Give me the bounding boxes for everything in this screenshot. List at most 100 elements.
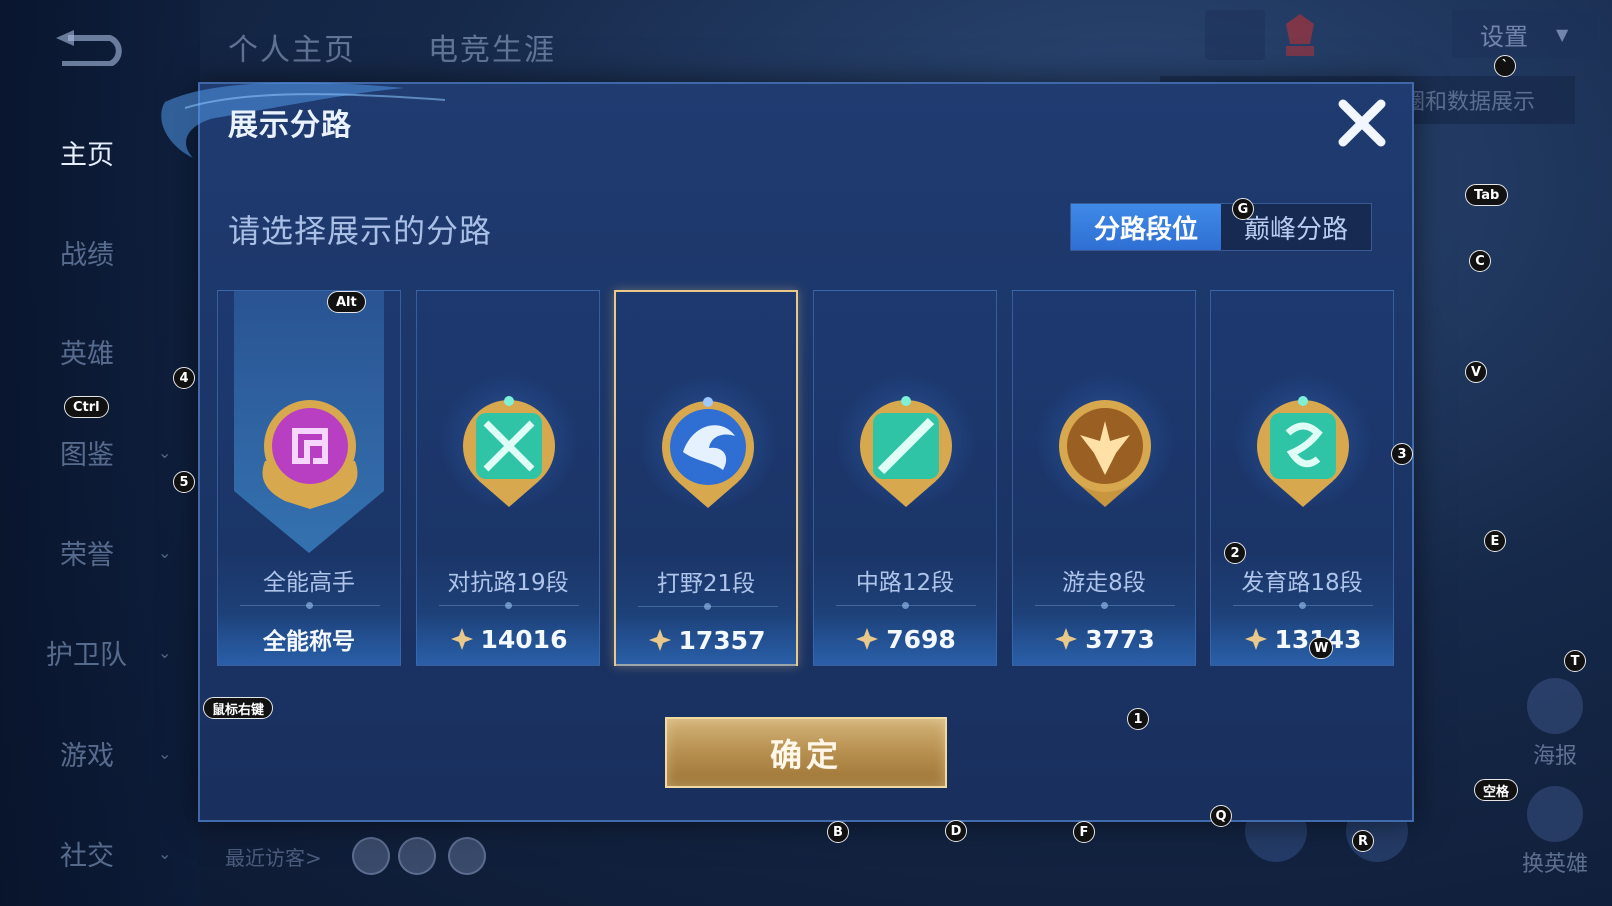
lane-score: 3773	[1085, 624, 1155, 654]
switch-hero-icon	[1527, 786, 1583, 842]
key-hint-c: C	[1469, 250, 1491, 272]
lane-bottom-label: 全能称号	[218, 613, 400, 665]
key-hint-space: 空格	[1474, 779, 1519, 801]
jungle-badge-icon	[662, 397, 754, 508]
switch-hero-button[interactable]: 换英雄	[1520, 786, 1590, 878]
tab-lane-rank[interactable]: 分路段位	[1071, 204, 1221, 250]
select-lane-prompt: 请选择展示的分路	[228, 212, 493, 250]
lane-score-row: 3773	[1013, 613, 1195, 665]
key-hint-f: F	[1073, 821, 1095, 843]
points-icon	[450, 628, 473, 650]
chevron-down-icon: ⌄	[158, 843, 172, 863]
lane-card-mid[interactable]: 中路12段 7698	[813, 290, 997, 666]
lane-score-row: 17357	[616, 614, 796, 666]
recent-visitors-link[interactable]: 最近访客>	[225, 842, 322, 871]
divider	[638, 603, 778, 610]
settings-label: 设置	[1480, 22, 1528, 51]
sidebar-item-honor[interactable]: 荣誉 ⌄	[40, 532, 180, 572]
sidebar-item-label: 护卫队	[46, 639, 127, 671]
sidebar-item-social[interactable]: 社交 ⌄	[40, 833, 180, 873]
key-hint-3: 3	[1391, 443, 1413, 465]
lane-score-row: 13143	[1211, 613, 1393, 665]
key-hint-q: Q	[1210, 805, 1232, 827]
poster-button[interactable]: 海报	[1520, 678, 1590, 770]
confirm-button[interactable]: 确定	[665, 717, 947, 788]
key-hint-right-click: 鼠标右键	[203, 697, 274, 719]
avatar[interactable]	[352, 837, 390, 875]
roam-badge-icon	[1059, 400, 1151, 507]
key-hint-1: 1	[1127, 708, 1149, 730]
clash-lane-badge-icon	[463, 396, 555, 507]
points-icon	[1244, 628, 1267, 650]
lane-score: 7698	[886, 624, 956, 654]
status-box	[1330, 10, 1440, 60]
close-icon[interactable]	[1335, 96, 1389, 150]
dialog-title: 展示分路	[228, 108, 352, 143]
tab-esports-career[interactable]: 电竞生涯	[428, 25, 556, 69]
points-icon	[856, 628, 879, 650]
key-hint-2: 2	[1224, 542, 1246, 564]
lane-mode-toggle: 分路段位 巅峰分路	[1070, 203, 1372, 251]
points-icon	[648, 629, 671, 651]
sidebar-item-heroes[interactable]: 英雄	[40, 331, 180, 371]
key-hint-ctrl: Ctrl	[64, 396, 109, 418]
sidebar-item-label: 游戏	[60, 740, 114, 772]
key-hint-w: W	[1309, 637, 1334, 659]
points-icon	[1055, 628, 1078, 650]
lane-card-farm[interactable]: 发育路18段 13143	[1210, 290, 1394, 666]
sidebar-item-label: 战绩	[60, 239, 114, 271]
switch-hero-label: 换英雄	[1521, 852, 1588, 877]
key-hint-b: B	[827, 821, 849, 843]
key-hint-t: T	[1564, 650, 1586, 672]
sidebar-item-stats[interactable]: 战绩	[40, 232, 180, 272]
sidebar-item-label: 英雄	[60, 338, 114, 370]
lane-card-jungle[interactable]: 打野21段 17357	[614, 290, 798, 666]
sidebar-item-label: 荣誉	[60, 539, 114, 571]
chevron-down-icon: ⌄	[158, 642, 172, 662]
vip-icon[interactable]	[1280, 10, 1320, 60]
key-hint-backtick: `	[1494, 55, 1516, 77]
lane-card-versatile[interactable]: 全能高手 全能称号	[217, 290, 401, 666]
lane-score: 17357	[678, 625, 766, 655]
title-label: 全能称号	[263, 629, 355, 655]
lane-name: 发育路18段	[1241, 570, 1363, 596]
lane-score: 14016	[480, 624, 568, 654]
key-hint-4: 4	[173, 367, 195, 389]
chevron-down-icon: ⌄	[158, 542, 172, 562]
avatar[interactable]	[398, 837, 436, 875]
lane-name: 全能高手	[263, 570, 355, 596]
lane-name: 对抗路19段	[447, 570, 569, 596]
back-arrow-icon[interactable]	[52, 28, 128, 66]
lane-card-clash[interactable]: 对抗路19段 14016	[416, 290, 600, 666]
key-hint-tab: Tab	[1465, 184, 1509, 206]
farm-lane-badge-icon	[1257, 396, 1349, 507]
lane-card-roam[interactable]: 游走8段 3773	[1012, 290, 1196, 666]
sidebar-item-label: 图鉴	[60, 439, 114, 471]
key-hint-d: D	[945, 820, 967, 842]
sidebar-item-label: 主页	[60, 139, 114, 171]
lane-name: 打野21段	[656, 571, 756, 597]
poster-icon	[1527, 678, 1583, 734]
banner-text: 圈和数据展示	[1402, 90, 1535, 115]
divider	[1233, 602, 1373, 609]
tab-profile[interactable]: 个人主页	[228, 25, 356, 69]
sidebar-item-guard[interactable]: 护卫队 ⌄	[40, 632, 180, 672]
lane-score-row: 14016	[417, 613, 599, 665]
settings-button[interactable]: 设置 ▼	[1452, 10, 1598, 58]
chevron-down-icon: ▼	[1556, 24, 1569, 44]
key-hint-alt: Alt	[327, 291, 366, 313]
divider	[836, 602, 976, 609]
chevron-down-icon: ⌄	[158, 743, 172, 763]
mid-lane-badge-icon	[860, 396, 952, 507]
lane-score-row: 7698	[814, 613, 996, 665]
key-hint-5: 5	[173, 471, 195, 493]
poster-label: 海报	[1532, 744, 1577, 769]
sidebar-item-codex[interactable]: 图鉴 ⌄	[40, 432, 180, 472]
divider	[240, 602, 380, 609]
bell-icon[interactable]	[1205, 10, 1265, 60]
divider	[1035, 602, 1175, 609]
key-hint-v: V	[1465, 361, 1487, 383]
avatar[interactable]	[448, 837, 486, 875]
sidebar-item-game[interactable]: 游戏 ⌄	[40, 733, 180, 773]
chevron-down-icon: ⌄	[158, 442, 172, 462]
